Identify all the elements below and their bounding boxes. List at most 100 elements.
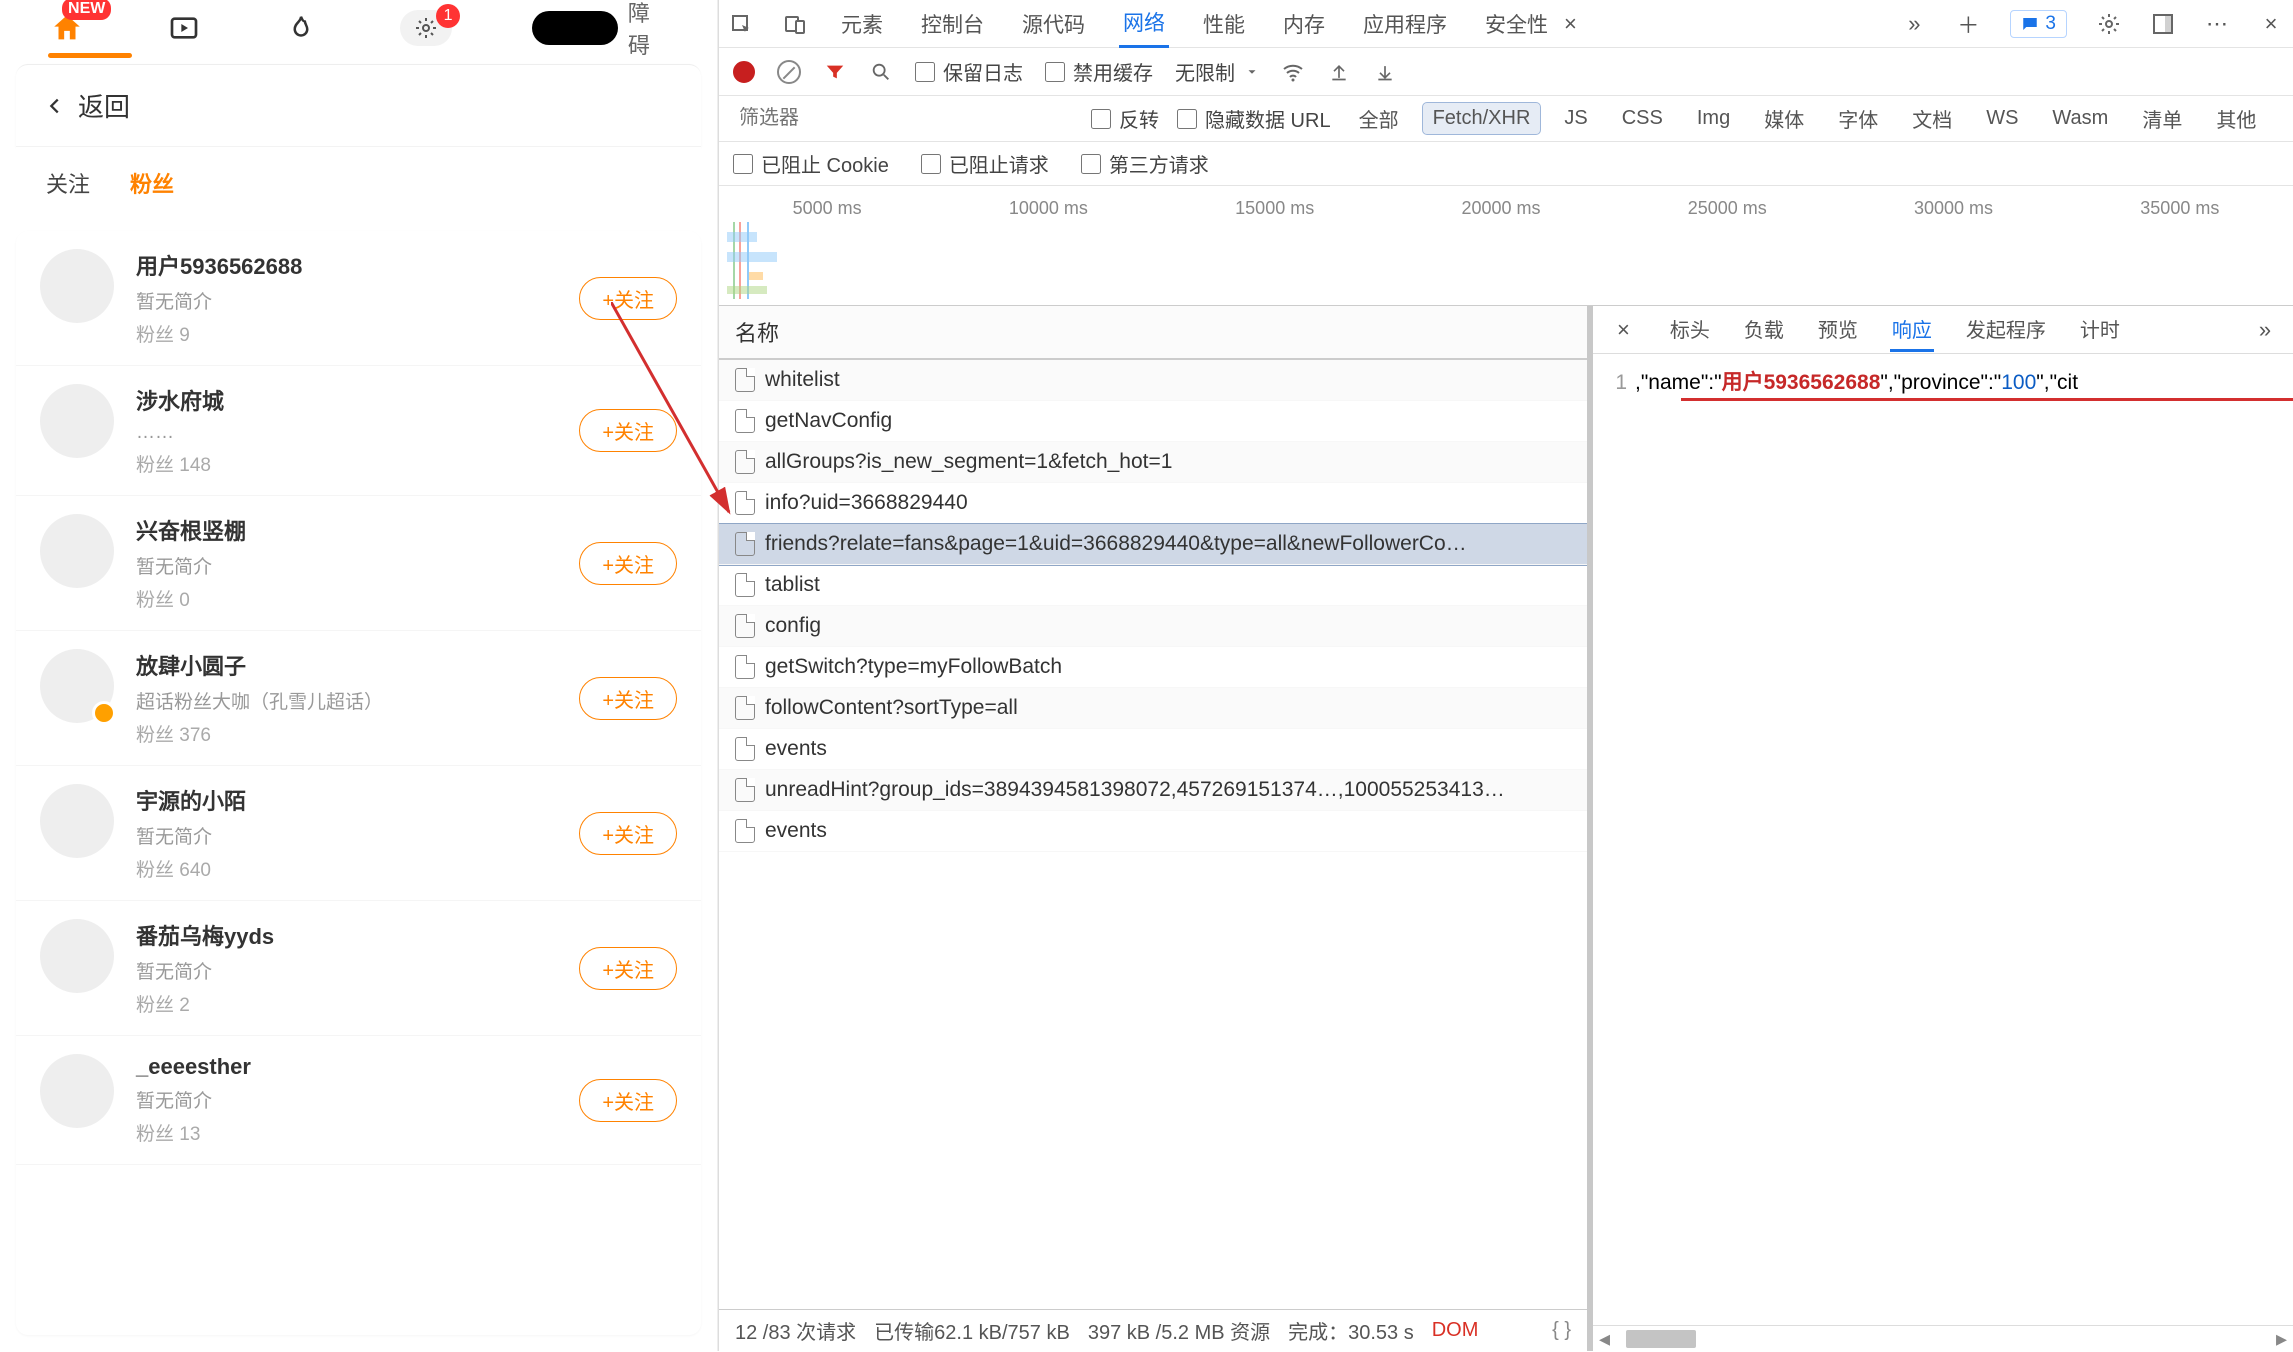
home-icon[interactable]: NEW	[48, 8, 85, 48]
tab-fans[interactable]: 粉丝	[130, 163, 174, 203]
record-button[interactable]	[733, 61, 755, 83]
close-response-icon[interactable]: ×	[1609, 313, 1638, 347]
filter-type-chip[interactable]: CSS	[1612, 103, 1673, 134]
settings-pill[interactable]: 1	[400, 10, 452, 46]
filter-type-chip[interactable]: 其他	[2206, 100, 2266, 137]
filter-icon[interactable]	[823, 60, 847, 84]
gear-icon[interactable]	[2097, 12, 2121, 36]
response-scrollbar[interactable]: ◂ ▸	[1593, 1325, 2293, 1351]
follow-button[interactable]: +关注	[579, 277, 677, 320]
filter-type-chip[interactable]: 全部	[1349, 100, 1409, 137]
invert-checkbox[interactable]: 反转	[1091, 104, 1159, 133]
devtools-tab[interactable]: 控制台	[917, 1, 988, 47]
response-tab[interactable]: 负载	[1742, 308, 1786, 352]
request-row[interactable]: info?uid=3668829440	[719, 483, 1587, 524]
user-name[interactable]: 番茄乌梅yyds	[136, 919, 579, 951]
filter-type-chip[interactable]: WS	[1976, 103, 2028, 134]
user-name[interactable]: 涉水府城	[136, 384, 579, 416]
request-row[interactable]: tablist	[719, 565, 1587, 606]
scroll-left-icon[interactable]: ◂	[1593, 1326, 1616, 1352]
add-tab-icon[interactable]: ＋	[1956, 12, 1980, 36]
device-icon[interactable]	[783, 12, 807, 36]
disable-cache-checkbox[interactable]: 禁用缓存	[1045, 57, 1153, 86]
response-tab[interactable]: 响应	[1890, 308, 1934, 352]
search-icon[interactable]	[869, 60, 893, 84]
devtools-tab[interactable]: 应用程序	[1359, 1, 1451, 47]
back-bar[interactable]: 返回	[16, 64, 701, 147]
request-row[interactable]: allGroups?is_new_segment=1&fetch_hot=1	[719, 442, 1587, 483]
filter-type-chip[interactable]: 文档	[1902, 100, 1962, 137]
request-row[interactable]: unreadHint?group_ids=3894394581398072,45…	[719, 770, 1587, 811]
tab-follow[interactable]: 关注	[46, 163, 90, 203]
request-header-name[interactable]: 名称	[719, 306, 1587, 360]
user-name[interactable]: 宇源的小陌	[136, 784, 579, 816]
more-resp-icon[interactable]: »	[2253, 318, 2277, 342]
response-body[interactable]: 1,"name":"用户5936562688","province":"100"…	[1593, 354, 2293, 1325]
kebab-icon[interactable]: ⋯	[2205, 12, 2229, 36]
avatar[interactable]	[40, 249, 114, 323]
close-tab-x[interactable]: ×	[1564, 11, 1577, 37]
filter-type-chip[interactable]: JS	[1554, 103, 1597, 134]
response-tab[interactable]: 标头	[1668, 308, 1712, 352]
follow-button[interactable]: +关注	[579, 677, 677, 720]
follow-button[interactable]: +关注	[579, 1079, 677, 1122]
list-item[interactable]: _eeeesther暂无简介粉丝 13+关注	[16, 1036, 701, 1165]
braces-icon[interactable]: { }	[1552, 1319, 1571, 1342]
list-item[interactable]: 放肆小圆子超话粉丝大咖（孔雪儿超话）粉丝 376+关注	[16, 631, 701, 766]
avatar[interactable]	[40, 649, 114, 723]
inspect-icon[interactable]	[729, 12, 753, 36]
response-tab[interactable]: 预览	[1816, 308, 1860, 352]
clear-button[interactable]	[777, 60, 801, 84]
request-row[interactable]: config	[719, 606, 1587, 647]
list-item[interactable]: 用户5936562688暂无简介粉丝 9+关注	[16, 231, 701, 366]
dock-icon[interactable]	[2151, 12, 2175, 36]
filter-type-chip[interactable]: 字体	[1828, 100, 1888, 137]
request-row[interactable]: getNavConfig	[719, 401, 1587, 442]
filter-type-chip[interactable]: 清单	[2132, 100, 2192, 137]
devtools-tab[interactable]: 元素	[837, 1, 887, 47]
request-row[interactable]: getSwitch?type=myFollowBatch	[719, 647, 1587, 688]
timeline[interactable]: 5000 ms10000 ms15000 ms20000 ms25000 ms3…	[719, 186, 2293, 306]
throttle-select[interactable]: 无限制	[1175, 57, 1259, 86]
filter-input[interactable]	[733, 103, 1073, 134]
request-row[interactable]: whitelist	[719, 360, 1587, 401]
blocked-requests-checkbox[interactable]: 已阻止请求	[921, 149, 1049, 178]
avatar[interactable]	[40, 784, 114, 858]
list-item[interactable]: 涉水府城……粉丝 148+关注	[16, 366, 701, 496]
blocked-cookies-checkbox[interactable]: 已阻止 Cookie	[733, 149, 889, 178]
close-devtools-icon[interactable]: ×	[2259, 12, 2283, 36]
devtools-tab[interactable]: 网络	[1119, 0, 1169, 48]
download-icon[interactable]	[1373, 60, 1397, 84]
request-row[interactable]: friends?relate=fans&page=1&uid=366882944…	[719, 524, 1587, 565]
user-name[interactable]: 兴奋根竖棚	[136, 514, 579, 546]
keep-log-checkbox[interactable]: 保留日志	[915, 57, 1023, 86]
list-item[interactable]: 番茄乌梅yyds暂无简介粉丝 2+关注	[16, 901, 701, 1036]
filter-type-chip[interactable]: Fetch/XHR	[1423, 103, 1541, 134]
follow-button[interactable]: +关注	[579, 542, 677, 585]
user-name[interactable]: _eeeesther	[136, 1054, 579, 1080]
user-name[interactable]: 放肆小圆子	[136, 649, 579, 681]
avatar[interactable]	[40, 384, 114, 458]
scroll-thumb[interactable]	[1626, 1330, 1696, 1348]
response-tab[interactable]: 发起程序	[1964, 308, 2048, 352]
upload-icon[interactable]	[1327, 60, 1351, 84]
devtools-tab[interactable]: 性能	[1199, 1, 1249, 47]
hot-icon[interactable]	[283, 8, 320, 48]
devtools-tab[interactable]: 内存	[1279, 1, 1329, 47]
devtools-tab[interactable]: 安全性	[1481, 1, 1552, 47]
user-name[interactable]: 用户5936562688	[136, 249, 579, 281]
wifi-icon[interactable]	[1281, 60, 1305, 84]
filter-type-chip[interactable]: Wasm	[2042, 103, 2118, 134]
avatar[interactable]	[40, 1054, 114, 1128]
third-party-checkbox[interactable]: 第三方请求	[1081, 149, 1209, 178]
more-tabs-icon[interactable]: »	[1902, 12, 1926, 36]
avatar[interactable]	[40, 919, 114, 993]
messages-badge[interactable]: 3	[2010, 10, 2067, 38]
follow-button[interactable]: +关注	[579, 947, 677, 990]
filter-type-chip[interactable]: Img	[1687, 103, 1740, 134]
follow-button[interactable]: +关注	[579, 409, 677, 452]
video-icon[interactable]	[165, 8, 202, 48]
hide-data-url-checkbox[interactable]: 隐藏数据 URL	[1177, 104, 1331, 133]
devtools-tab[interactable]: 源代码	[1018, 1, 1089, 47]
list-item[interactable]: 宇源的小陌暂无简介粉丝 640+关注	[16, 766, 701, 901]
